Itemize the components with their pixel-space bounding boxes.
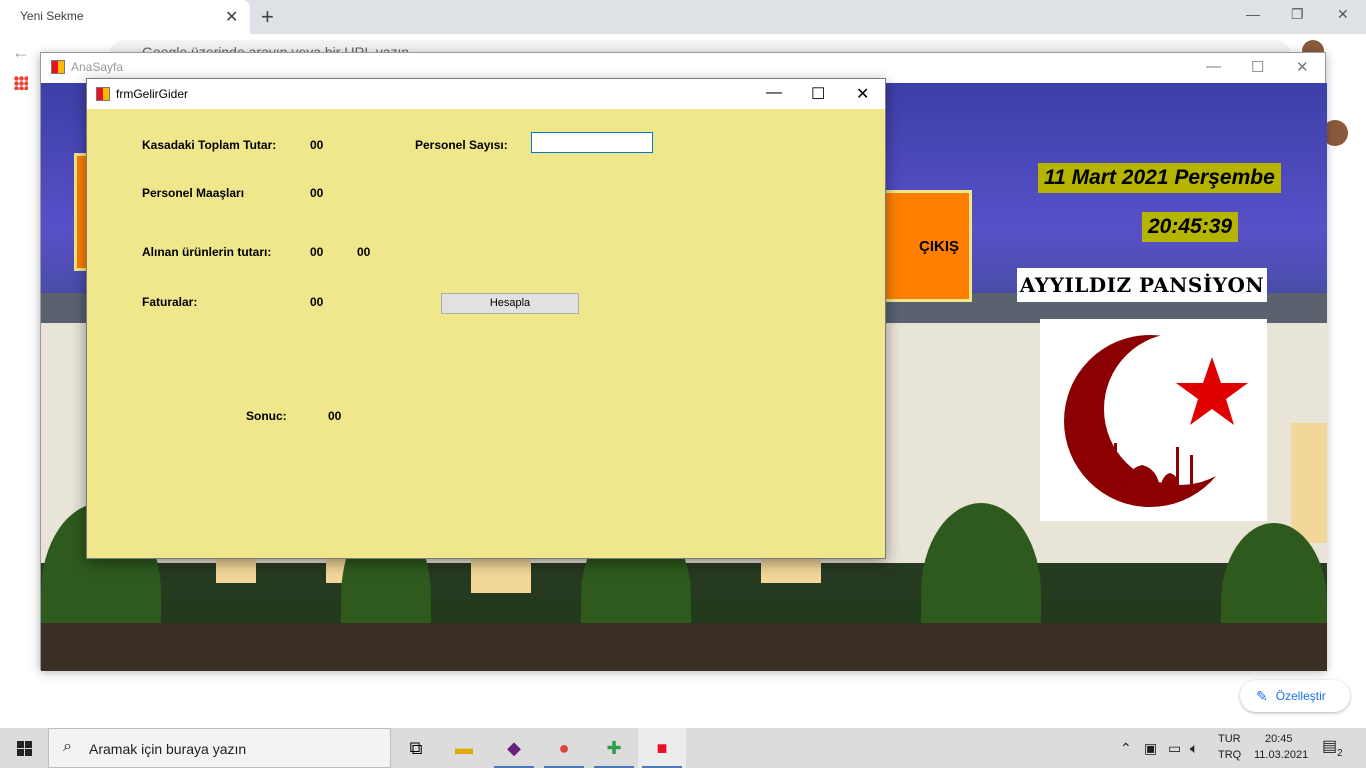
file-explorer-icon[interactable]: ▬ (440, 728, 488, 768)
crescent-star-logo (1040, 319, 1267, 521)
back-icon[interactable]: ← (12, 42, 30, 63)
clock-date[interactable]: 11.03.2021 (1254, 749, 1308, 761)
browser-restore-icon[interactable]: ❐ (1291, 6, 1304, 23)
taskbar-search-placeholder: Aramak için buraya yazın (89, 741, 247, 757)
ground-shape (41, 623, 1327, 671)
hesapla-button[interactable]: Hesapla (441, 293, 579, 314)
app-icon (51, 60, 65, 74)
dialog-app-icon (96, 87, 110, 101)
volume-icon[interactable]: 🔈︎ (1190, 740, 1198, 757)
brand-label: AYYILDIZ PANSİYON (1017, 268, 1267, 302)
faturalar-label: Faturalar: (142, 295, 198, 309)
dialog-minimize-icon[interactable]: — (766, 84, 782, 102)
notification-count: 2 (1337, 748, 1343, 759)
urunler-value: 00 (310, 245, 324, 259)
dialog-titlebar: frmGelirGider — ☐ ✕ (87, 79, 885, 109)
battery-icon[interactable]: ▭ (1168, 740, 1181, 757)
personel-sayisi-input[interactable] (531, 132, 653, 153)
kasa-value: 00 (310, 138, 324, 152)
anasayfa-minimize-icon[interactable]: — (1206, 58, 1221, 75)
customize-label: Özelleştir (1275, 689, 1326, 703)
notification-icon[interactable]: ▤ (1322, 736, 1337, 756)
maaslar-value: 00 (310, 186, 324, 200)
browser-minimize-icon[interactable]: — (1246, 6, 1260, 22)
language-label-1[interactable]: TUR (1218, 733, 1241, 745)
sonuc-label: Sonuc: (246, 409, 287, 423)
browser-close-icon[interactable]: ✕ (1337, 6, 1349, 23)
date-label: 11 Mart 2021 Perşembe (1038, 163, 1281, 193)
taskbar-search[interactable]: ⌕ Aramak için buraya yazın (48, 728, 391, 768)
anasayfa-title: AnaSayfa (71, 60, 124, 74)
chrome-icon[interactable]: ● (540, 728, 588, 768)
gelir-gider-dialog: frmGelirGider — ☐ ✕ Kasadaki Toplam Tuta… (86, 78, 886, 559)
language-label-2[interactable]: TRQ (1218, 749, 1241, 761)
cikis-label: ÇIKIŞ (918, 238, 959, 255)
visual-studio-icon[interactable]: ◆ (490, 728, 538, 768)
dialog-maximize-icon[interactable]: ☐ (811, 84, 825, 104)
crescent-star-icon (1064, 333, 1256, 507)
network-icon[interactable]: ▣ (1144, 740, 1157, 757)
app-switcher-icon[interactable]: ✚ (590, 728, 638, 768)
time-label: 20:45:39 (1142, 212, 1239, 242)
cikis-button[interactable]: ÇIKIŞ (876, 190, 972, 302)
urunler-label: Alınan ürünlerin tutarı: (142, 245, 272, 259)
anasayfa-close-icon[interactable]: ✕ (1296, 58, 1309, 76)
browser-tab[interactable]: Yeni Sekme ✕ (0, 0, 250, 34)
browser-tabstrip: Yeni Sekme ✕ + — ❐ ✕ (0, 0, 1366, 34)
dialog-title: frmGelirGider (116, 87, 189, 101)
search-icon: ⌕ (63, 738, 72, 755)
customize-button[interactable]: ✎ Özelleştir (1240, 680, 1350, 712)
taskbar: ⌕ Aramak için buraya yazın ⧉ ▬ ◆ ● ✚ ■ ⌃… (0, 728, 1366, 768)
task-view-icon[interactable]: ⧉ (392, 728, 440, 768)
new-tab-button[interactable]: + (261, 4, 274, 30)
chevron-up-icon[interactable]: ⌃ (1120, 740, 1132, 757)
dialog-close-icon[interactable]: ✕ (856, 84, 869, 104)
winforms-app-icon[interactable]: ■ (638, 728, 686, 768)
browser-tab-title: Yeni Sekme (20, 9, 84, 23)
tab-close-icon[interactable]: ✕ (225, 7, 238, 27)
personel-sayisi-label: Personel Sayısı: (415, 138, 508, 152)
faturalar-value: 00 (310, 295, 324, 309)
apps-icon[interactable] (14, 76, 28, 90)
windows-logo-icon (17, 741, 32, 756)
pencil-icon: ✎ (1256, 687, 1268, 704)
sonuc-value: 00 (328, 409, 342, 423)
window-light (1291, 423, 1327, 543)
kasa-label: Kasadaki Toplam Tutar: (142, 138, 277, 152)
start-button[interactable] (0, 728, 48, 768)
maaslar-label: Personel Maaşları (142, 186, 245, 200)
clock-time[interactable]: 20:45 (1265, 733, 1293, 745)
anasayfa-maximize-icon[interactable]: ☐ (1251, 58, 1264, 76)
urunler-value-2: 00 (357, 245, 371, 259)
